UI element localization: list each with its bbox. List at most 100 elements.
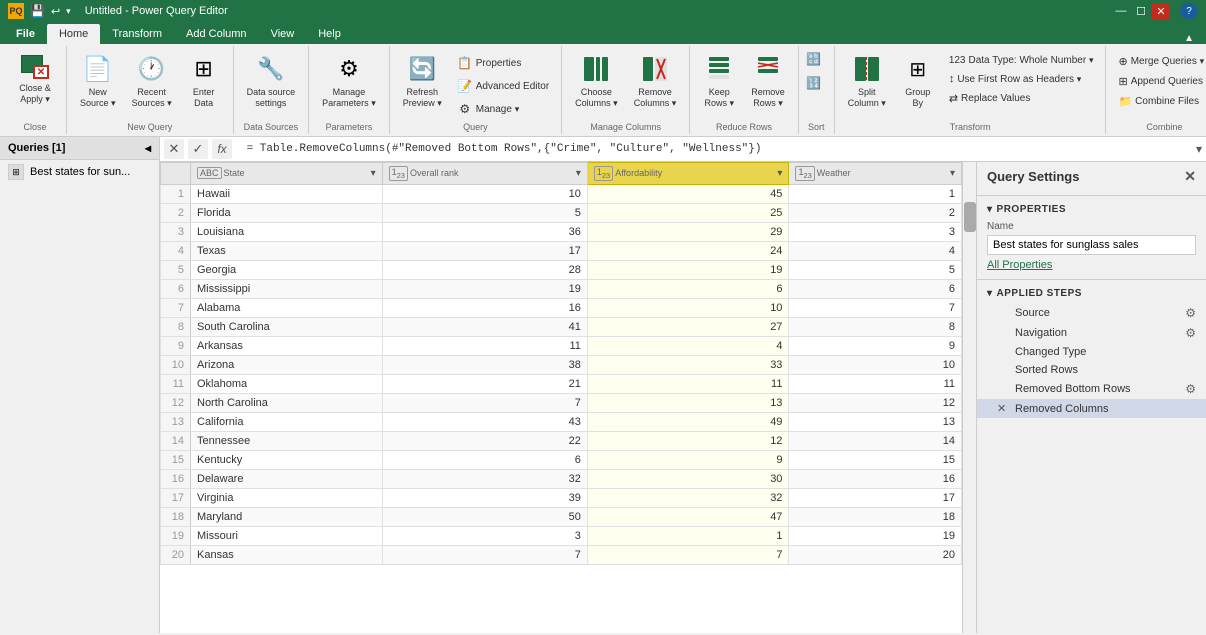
cell-weather: 20 xyxy=(789,545,962,564)
remove-columns-button[interactable]: RemoveColumns ▾ xyxy=(627,48,684,114)
close-apply-button[interactable]: ✕ Close &Apply ▾ xyxy=(10,48,60,110)
replace-values-button[interactable]: ⇄ Replace Values xyxy=(943,89,1100,108)
cell-state: Oklahoma xyxy=(191,374,383,393)
sidebar-item-best-states[interactable]: ⊞ Best states for sun... xyxy=(0,160,159,184)
sort-descending-button[interactable]: 🔢 xyxy=(801,72,831,94)
col-header-weather[interactable]: 123 Weather ▾ xyxy=(789,163,962,185)
cell-weather: 8 xyxy=(789,317,962,336)
manage-button[interactable]: ⚙ Manage ▾ xyxy=(451,98,555,120)
quick-access-undo[interactable]: ↩ xyxy=(51,5,60,18)
step-x-icon[interactable]: ✕ xyxy=(997,402,1011,415)
quick-access-save[interactable]: 💾 xyxy=(30,4,45,18)
tab-transform[interactable]: Transform xyxy=(100,24,174,44)
remove-rows-button[interactable]: RemoveRows ▾ xyxy=(744,48,792,114)
transform-small-group: 123 Data Type: Whole Number ▾ ↕ Use Firs… xyxy=(943,52,1100,108)
cell-weather: 18 xyxy=(789,507,962,526)
new-source-button[interactable]: 📄 NewSource ▾ xyxy=(73,48,123,114)
title-bar: PQ 💾 ↩ ▾ Untitled - Power Query Editor —… xyxy=(0,0,1206,22)
recent-sources-icon: 🕐 xyxy=(136,53,168,85)
weather-filter-icon[interactable]: ▾ xyxy=(950,168,955,179)
choose-columns-button[interactable]: ChooseColumns ▾ xyxy=(568,48,625,114)
properties-button[interactable]: 📋 Properties xyxy=(451,52,555,74)
sort-ascending-button[interactable]: 🔡 xyxy=(801,48,831,70)
cell-state: California xyxy=(191,412,383,431)
col-header-state[interactable]: ABC State ▾ xyxy=(191,163,383,185)
use-first-row-label: Use First Row as Headers ▾ xyxy=(957,74,1081,85)
query-settings-title: Query Settings xyxy=(987,169,1079,184)
advanced-editor-button[interactable]: 📝 Advanced Editor xyxy=(451,75,555,97)
recent-sources-label: RecentSources ▾ xyxy=(132,87,172,109)
query-name-input[interactable] xyxy=(987,235,1196,255)
split-column-button[interactable]: SplitColumn ▾ xyxy=(841,48,893,114)
properties-collapse-icon[interactable]: ▾ xyxy=(987,204,993,215)
use-first-row-button[interactable]: ↕ Use First Row as Headers ▾ xyxy=(943,70,1100,88)
append-queries-button[interactable]: ⊞ Append Queries ▾ xyxy=(1112,72,1206,91)
vertical-scrollbar[interactable] xyxy=(962,162,976,633)
maximize-button[interactable]: ☐ xyxy=(1132,3,1150,19)
manage-parameters-label: ManageParameters ▾ xyxy=(322,87,376,109)
affordability-filter-icon[interactable]: ▾ xyxy=(777,168,782,179)
col-header-affordability[interactable]: 123 Affordability ▾ xyxy=(587,163,789,185)
merge-queries-button[interactable]: ⊕ Merge Queries ▾ xyxy=(1112,52,1206,71)
manage-columns-label: Manage Columns xyxy=(590,120,661,132)
all-properties-link[interactable]: All Properties xyxy=(987,259,1196,271)
overall-rank-filter-icon[interactable]: ▾ xyxy=(576,168,581,179)
manage-parameters-button[interactable]: ⚙ ManageParameters ▾ xyxy=(315,48,383,114)
tab-file[interactable]: File xyxy=(4,24,47,44)
applied-step[interactable]: Source⚙ xyxy=(977,303,1206,323)
cell-overall-rank: 21 xyxy=(382,374,587,393)
row-number: 4 xyxy=(161,241,191,260)
content-area: ABC State ▾ 123 Overall rank ▾ xyxy=(160,162,1206,633)
recent-sources-button[interactable]: 🕐 RecentSources ▾ xyxy=(125,48,179,114)
table-row: 8South Carolina41278 xyxy=(161,317,962,336)
cell-state: Mississippi xyxy=(191,279,383,298)
choose-columns-icon xyxy=(580,53,612,85)
title-bar-title: Untitled - Power Query Editor xyxy=(85,5,228,17)
row-number: 11 xyxy=(161,374,191,393)
formula-fx-button[interactable]: fx xyxy=(212,139,232,159)
grid-container[interactable]: ABC State ▾ 123 Overall rank ▾ xyxy=(160,162,962,633)
tab-view[interactable]: View xyxy=(259,24,307,44)
cell-state: North Carolina xyxy=(191,393,383,412)
refresh-preview-label: RefreshPreview ▾ xyxy=(403,87,442,109)
tab-help[interactable]: Help xyxy=(306,24,353,44)
group-by-button[interactable]: ⊞ GroupBy xyxy=(895,48,941,114)
help-icon[interactable]: ? xyxy=(1180,3,1198,19)
applied-step[interactable]: Navigation⚙ xyxy=(977,323,1206,343)
formula-input[interactable] xyxy=(236,141,1192,157)
step-gear-icon[interactable]: ⚙ xyxy=(1185,306,1196,320)
applied-step[interactable]: Removed Bottom Rows⚙ xyxy=(977,379,1206,399)
formula-cancel-button[interactable]: ✕ xyxy=(164,139,184,159)
state-filter-icon[interactable]: ▾ xyxy=(371,168,376,179)
applied-step[interactable]: ✕Removed Columns xyxy=(977,399,1206,418)
data-source-settings-button[interactable]: 🔧 Data sourcesettings xyxy=(240,48,303,114)
col-header-overall-rank[interactable]: 123 Overall rank ▾ xyxy=(382,163,587,185)
tab-home[interactable]: Home xyxy=(47,24,100,44)
enter-data-button[interactable]: ⊞ EnterData xyxy=(181,48,227,114)
quick-access-dropdown[interactable]: ▾ xyxy=(66,6,71,17)
minimize-button[interactable]: — xyxy=(1112,3,1130,19)
formula-accept-button[interactable]: ✓ xyxy=(188,139,208,159)
step-gear-icon[interactable]: ⚙ xyxy=(1185,326,1196,340)
step-gear-icon[interactable]: ⚙ xyxy=(1185,382,1196,396)
reduce-rows-buttons: KeepRows ▾ RemoveRows ▾ xyxy=(696,48,792,120)
query-small-group: 📋 Properties 📝 Advanced Editor ⚙ Manage … xyxy=(451,52,555,120)
query-settings-close-icon[interactable]: ✕ xyxy=(1184,168,1196,185)
combine-files-button[interactable]: 📁 Combine Files xyxy=(1112,92,1206,111)
query-settings-header: Query Settings ✕ xyxy=(977,162,1206,191)
applied-step[interactable]: Changed Type xyxy=(977,343,1206,361)
cell-weather: 10 xyxy=(789,355,962,374)
close-button[interactable]: ✕ xyxy=(1152,3,1170,19)
cell-state: Kansas xyxy=(191,545,383,564)
sidebar-collapse-icon[interactable]: ◂ xyxy=(145,141,151,155)
data-type-button[interactable]: 123 Data Type: Whole Number ▾ xyxy=(943,52,1100,69)
append-queries-label: Append Queries ▾ xyxy=(1131,76,1206,87)
applied-step[interactable]: Sorted Rows xyxy=(977,361,1206,379)
tab-add-column[interactable]: Add Column xyxy=(174,24,259,44)
keep-rows-button[interactable]: KeepRows ▾ xyxy=(696,48,742,114)
formula-expand-icon[interactable]: ▾ xyxy=(1196,142,1202,156)
applied-steps-collapse-icon[interactable]: ▾ xyxy=(987,288,993,299)
ribbon-collapse-icon[interactable]: ▲ xyxy=(1184,33,1194,44)
refresh-preview-button[interactable]: 🔄 RefreshPreview ▾ xyxy=(396,48,449,114)
cell-overall-rank: 11 xyxy=(382,336,587,355)
